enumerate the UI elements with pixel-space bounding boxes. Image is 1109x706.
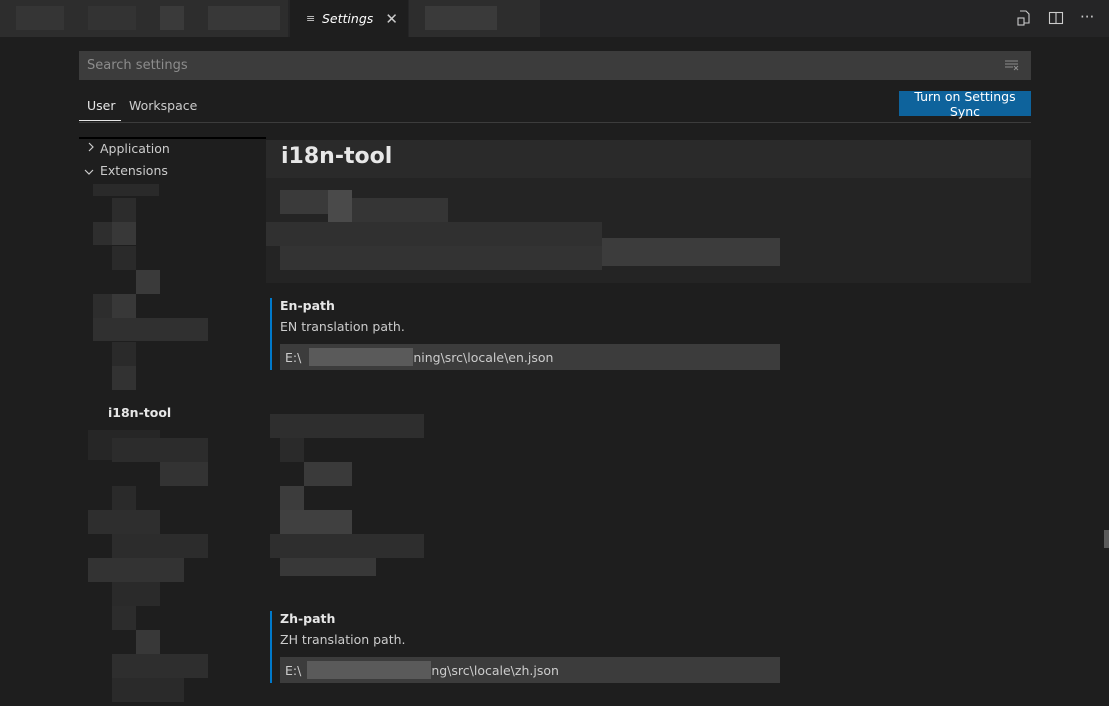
toc-item-application[interactable]: Application — [100, 141, 170, 156]
section-title: i18n-tool — [281, 144, 393, 169]
tab-redacted[interactable] — [0, 0, 289, 37]
setting-en-path: En-path EN translation path. E:\ ning\sr… — [270, 296, 790, 372]
setting-title: Zh-path — [280, 611, 336, 626]
tab-workspace[interactable]: Workspace — [129, 98, 197, 113]
setting-description: ZH translation path. — [280, 632, 406, 647]
modified-indicator — [270, 298, 272, 370]
split-editor-icon[interactable] — [1048, 10, 1064, 30]
search-input[interactable] — [85, 57, 969, 74]
redacted-text — [307, 661, 432, 679]
scrollbar-thumb[interactable] — [1104, 530, 1109, 548]
toc-item-i18n-tool[interactable]: i18n-tool — [108, 405, 171, 420]
more-actions-icon[interactable]: ··· — [1080, 8, 1094, 26]
turn-on-settings-sync-button[interactable]: Turn on Settings Sync — [899, 89, 1031, 119]
modified-indicator — [270, 611, 272, 683]
toc-item-extensions[interactable]: Extensions — [100, 163, 168, 178]
settings-file-icon: ≡ — [306, 11, 316, 25]
tab-settings-label: Settings — [322, 11, 374, 26]
en-path-input[interactable]: E:\ ning\src\locale\en.json — [280, 344, 780, 370]
setting-zh-path: Zh-path ZH translation path. E:\ ng\src\… — [270, 609, 790, 685]
open-settings-json-icon[interactable] — [1016, 10, 1032, 30]
tab-bar: ≡ Settings ✕ ··· — [0, 0, 1109, 37]
search-settings — [79, 51, 1031, 80]
divider — [79, 122, 1031, 123]
tab-settings[interactable]: ≡ Settings ✕ — [290, 0, 408, 37]
redacted-text — [309, 348, 414, 366]
toc-top-border — [79, 137, 266, 139]
chevron-down-icon[interactable] — [84, 166, 94, 179]
tab-user[interactable]: User — [87, 98, 116, 113]
setting-description: EN translation path. — [280, 319, 405, 334]
close-icon[interactable]: ✕ — [385, 10, 398, 28]
clear-filter-icon[interactable] — [1005, 58, 1019, 72]
zh-path-input[interactable]: E:\ ng\src\locale\zh.json — [280, 657, 780, 683]
setting-title: En-path — [280, 298, 335, 313]
chevron-right-icon[interactable] — [87, 142, 95, 155]
tab-redacted[interactable] — [409, 0, 540, 37]
extension-description — [266, 178, 1031, 283]
active-tab-indicator — [79, 120, 121, 121]
